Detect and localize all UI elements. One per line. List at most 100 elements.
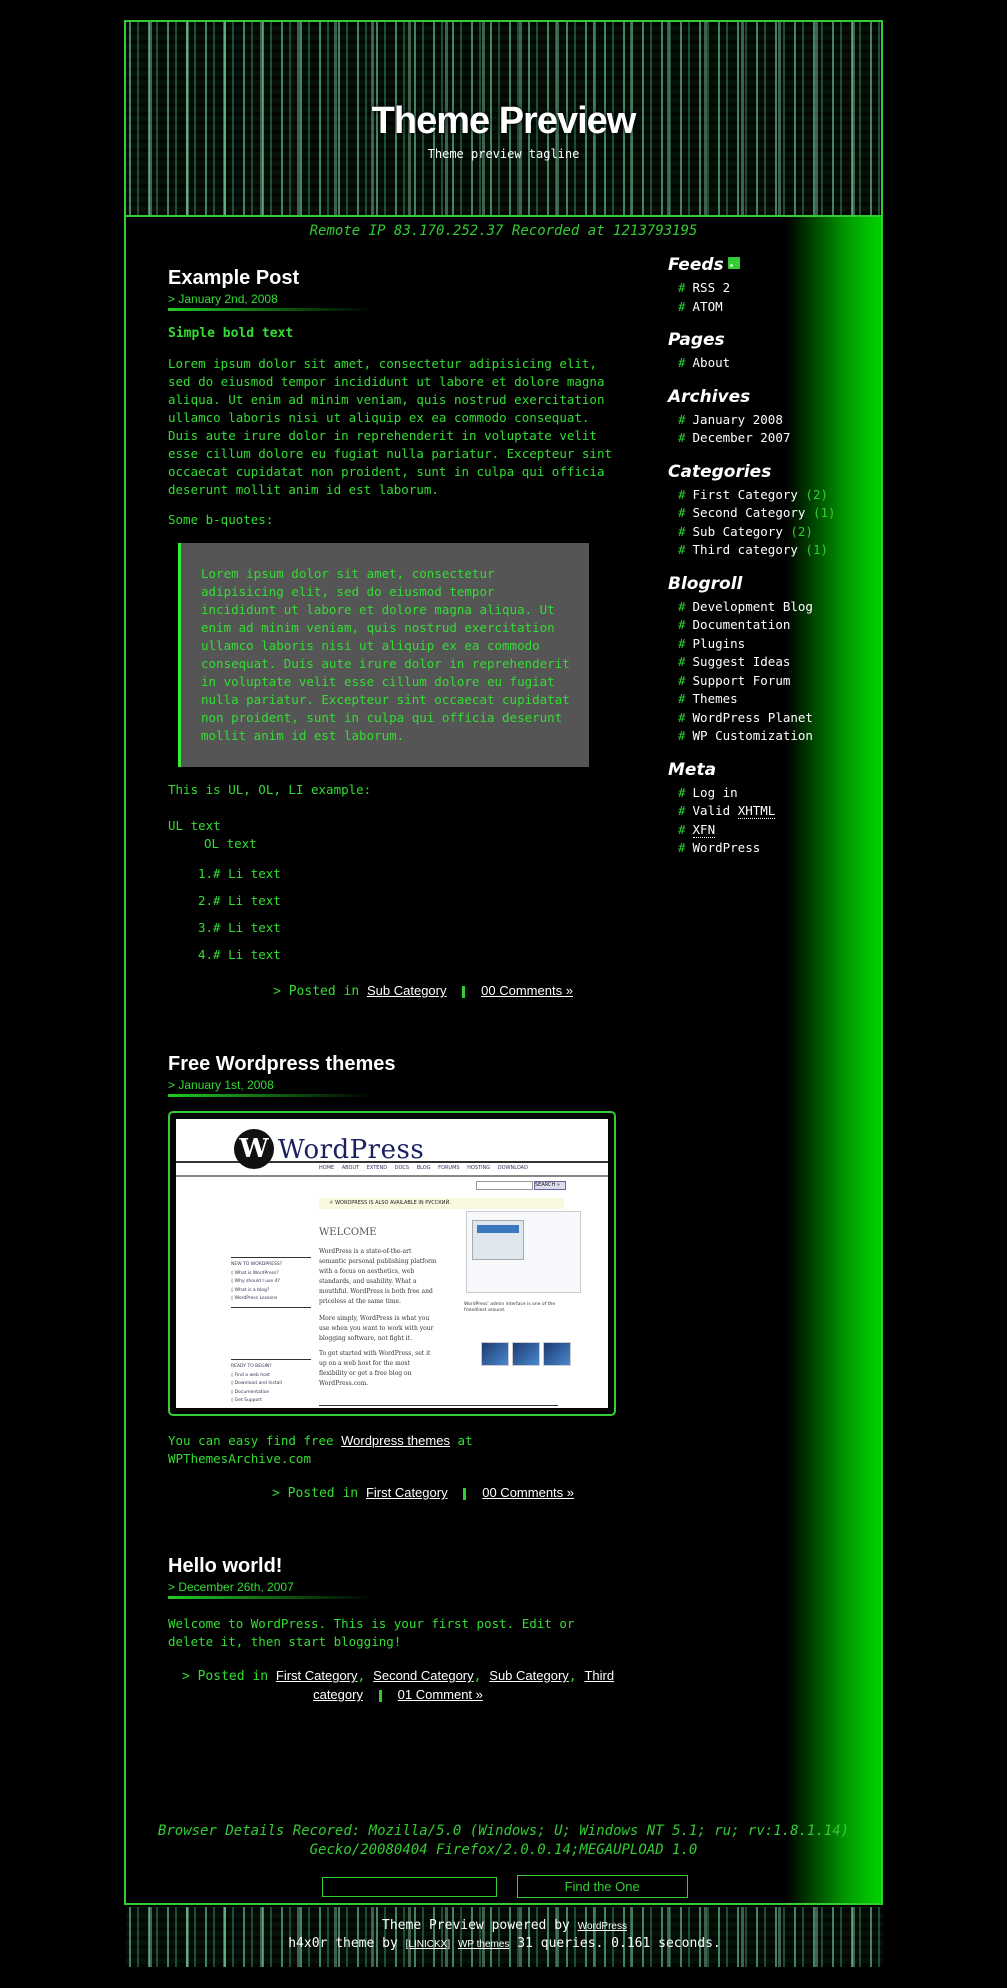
category-link[interactable]: First Category <box>276 1668 358 1683</box>
widget-title: Feeds <box>668 255 868 275</box>
footer-wordpress-link[interactable]: WordPress <box>578 1921 627 1932</box>
hash-bullet: # <box>678 280 686 295</box>
category-link[interactable]: First Category <box>366 1485 448 1500</box>
comments-link[interactable]: 01 Comment » <box>398 1687 483 1702</box>
widget-blogroll: Blogroll # Development Blog # Documentatio… <box>668 574 868 746</box>
category-count: (1) <box>812 505 836 520</box>
sidebar-item-category[interactable]: # Sub Category (2) <box>678 523 868 542</box>
wordpress-themes-link[interactable]: Wordpress themes <box>341 1433 450 1448</box>
widget-title: Blogroll <box>668 573 743 594</box>
side-item: ◊ Why should I use it? <box>231 1279 280 1284</box>
widget-title: Meta <box>668 759 717 780</box>
category-link[interactable]: Second Category <box>373 1668 473 1683</box>
comments-link[interactable]: 00 Comments » <box>482 1485 574 1500</box>
abbr-label[interactable]: XHTML <box>737 803 776 819</box>
link-label[interactable]: Suggest Ideas <box>693 654 791 669</box>
comments-link[interactable]: 00 Comments » <box>481 983 573 998</box>
link-label[interactable]: WP Customization <box>693 728 813 743</box>
sidebar: Feeds # RSS 2 # ATOM Pages # About Archives… <box>668 255 868 872</box>
sidebar-item-blogroll[interactable]: # WP Customization <box>678 727 868 746</box>
sidebar-item-blogroll[interactable]: # Documentation <box>678 616 868 635</box>
side-item: ◊ What is WordPress? <box>231 1270 279 1276</box>
sidebar-item-category[interactable]: # Second Category (1) <box>678 504 868 523</box>
abbr-label[interactable]: XFN <box>692 821 716 838</box>
search-input[interactable] <box>322 1876 497 1897</box>
hash-bullet: # <box>678 298 686 314</box>
nav-line <box>176 1175 608 1177</box>
link-label[interactable]: RSS 2 <box>693 280 731 295</box>
hash-bullet: # <box>678 728 686 743</box>
link-label[interactable]: ATOM <box>693 299 723 314</box>
sidebar-item-blogroll[interactable]: # WordPress Planet <box>678 709 868 728</box>
sidebar-item-archive[interactable]: # December 2007 <box>678 429 868 448</box>
hash-bullet: # <box>678 654 686 669</box>
post-title[interactable]: Example Post <box>168 267 618 290</box>
hash-bullet: # <box>678 691 686 706</box>
page-frame: Theme Preview Theme preview tagline Remo… <box>124 20 883 1905</box>
header-banner: Theme Preview Theme preview tagline <box>126 22 881 217</box>
category-count: (1) <box>805 542 828 557</box>
hash-bullet: # <box>678 672 686 688</box>
ul-text: UL text <box>168 818 221 833</box>
post-title[interactable]: Hello world! <box>168 1555 618 1578</box>
link-label[interactable]: Second Category <box>693 505 806 520</box>
sidebar-item-xfn[interactable]: # XFN <box>678 821 868 840</box>
date-divider <box>168 308 373 311</box>
link-label[interactable]: First Category <box>693 487 798 502</box>
sidebar-item-wordpress[interactable]: # WordPress <box>678 839 868 858</box>
footer-wp-themes-link[interactable]: WP themes <box>458 1939 510 1950</box>
screenshot-para: To get started with WordPress, set it up… <box>319 1350 431 1387</box>
link-label[interactable]: Third category <box>693 542 798 557</box>
link-label[interactable]: December 2007 <box>693 430 791 445</box>
screenshot-para: More simply, WordPress is what you use w… <box>319 1315 434 1342</box>
footer-linickx-link[interactable]: [LINICKX] <box>406 1939 450 1950</box>
link-label[interactable]: Development Blog <box>693 599 813 614</box>
remote-ip-line: Remote IP 83.170.252.37 Recorded at 1213… <box>309 223 698 239</box>
link-label[interactable]: Documentation <box>693 617 791 632</box>
side-item: ◊ Get Support <box>231 1398 262 1403</box>
link-label[interactable]: Plugins <box>693 636 746 651</box>
rss-icon[interactable] <box>727 257 740 269</box>
chevron-right-icon: > <box>272 1486 280 1501</box>
sidebar-item-blogroll[interactable]: # Suggest Ideas <box>678 653 868 672</box>
browser-details: Browser Details Recored: Mozilla/5.0 (Wi… <box>157 1823 850 1858</box>
sidebar-item-archive[interactable]: # January 2008 <box>678 411 868 430</box>
find-the-one-button[interactable]: Find the One <box>516 1875 688 1898</box>
sidebar-item-about[interactable]: # About <box>678 354 868 373</box>
post-title[interactable]: Free Wordpress themes <box>168 1053 618 1076</box>
category-link[interactable]: Sub Category <box>489 1668 569 1683</box>
site-tagline: Theme preview tagline <box>427 147 580 161</box>
category-link[interactable]: Sub Category <box>367 983 447 998</box>
widget-title: Pages <box>668 330 725 350</box>
sidebar-item-login[interactable]: # Log in <box>678 784 868 803</box>
link-label[interactable]: WordPress Planet <box>693 710 813 725</box>
sidebar-item-rss2[interactable]: # RSS 2 <box>678 279 868 298</box>
sidebar-item-category[interactable]: # First Category (2) <box>678 486 868 505</box>
link-label[interactable]: WordPress <box>693 840 761 855</box>
bold-text: Simple bold text <box>168 326 294 341</box>
link-label[interactable]: Support Forum <box>693 673 791 688</box>
sidebar-item-blogroll[interactable]: # Plugins <box>678 635 868 654</box>
sidebar-item-atom[interactable]: # ATOM <box>678 298 868 317</box>
sidebar-item-category[interactable]: # Third category (1) <box>678 541 868 560</box>
list-item: 2.# Li text <box>198 893 281 908</box>
link-label[interactable]: Log in <box>693 785 738 800</box>
hash-bullet: # <box>678 505 686 520</box>
footer: Theme Preview powered by WordPress h4x0r… <box>126 1905 883 1965</box>
site-title[interactable]: Theme Preview <box>126 100 881 143</box>
hash-bullet: # <box>678 430 686 445</box>
date-divider <box>168 1094 373 1097</box>
link-label[interactable]: Sub Category <box>693 524 783 539</box>
link-label[interactable]: Valid <box>693 803 738 818</box>
link-label[interactable]: Themes <box>693 691 738 706</box>
link-label[interactable]: January 2008 <box>693 412 783 427</box>
post-date: > January 1st, 2008 <box>168 1078 274 1092</box>
sidebar-item-valid-xhtml[interactable]: # Valid XHTML <box>678 802 868 821</box>
sidebar-item-blogroll[interactable]: # Support Forum <box>678 672 868 691</box>
widget-title: Archives <box>668 386 751 407</box>
sidebar-item-blogroll[interactable]: # Themes <box>678 690 868 709</box>
sidebar-item-blogroll[interactable]: # Development Blog <box>678 598 868 617</box>
link-label[interactable]: About <box>693 355 731 370</box>
post-date-text: January 2nd, 2008 <box>178 292 278 306</box>
text-before: You can easy find free <box>168 1433 342 1448</box>
